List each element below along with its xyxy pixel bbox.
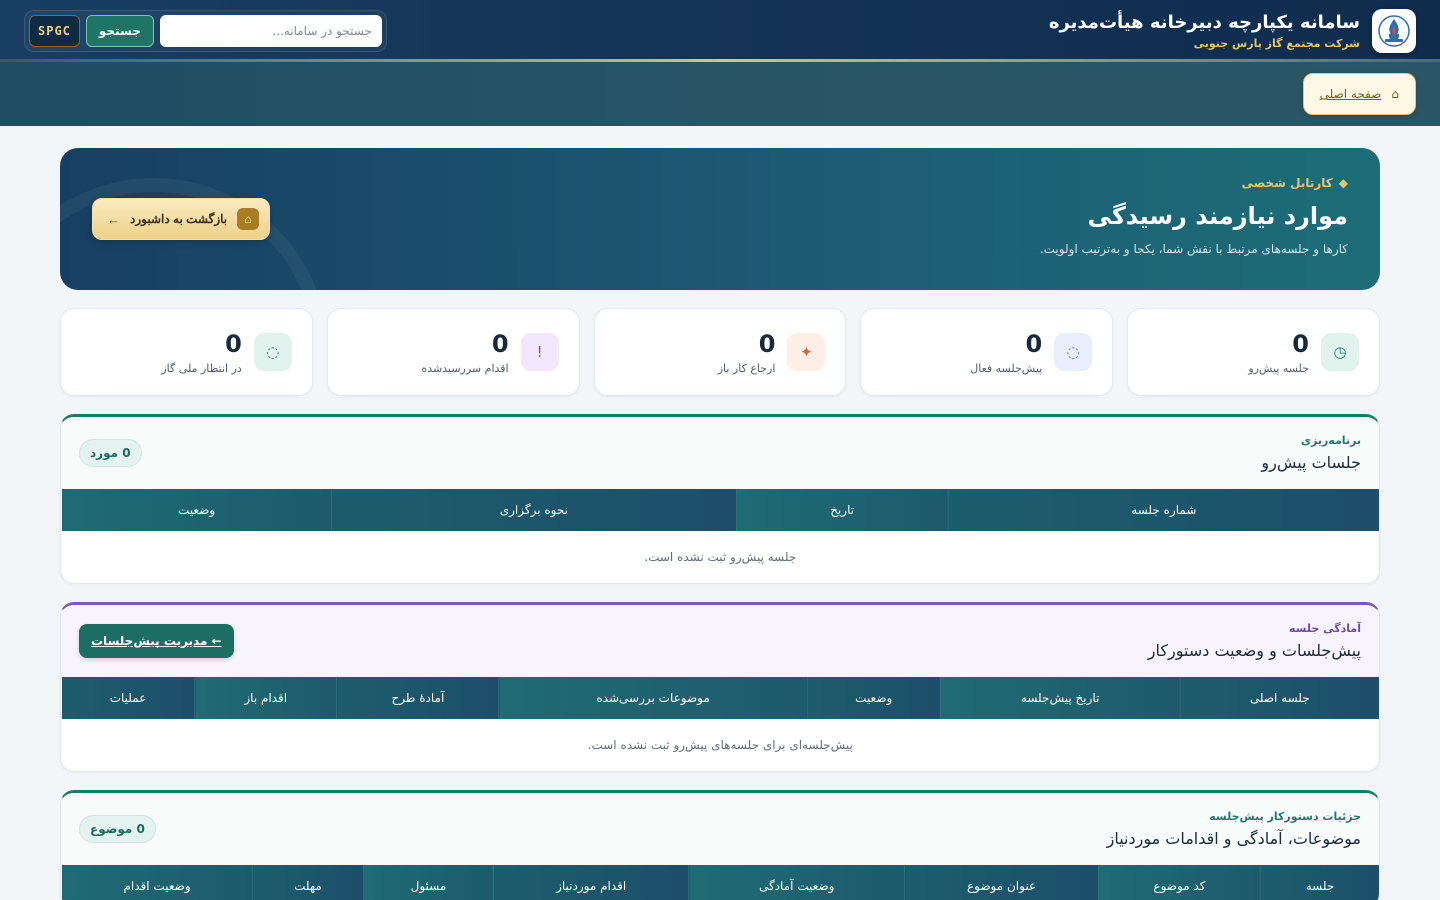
column-header[interactable]: آمادهٔ طرح xyxy=(336,677,499,719)
column-header[interactable]: عنوان موضوع xyxy=(904,865,1099,900)
count-badge: 0 موضوع xyxy=(79,815,156,843)
spgc-button[interactable]: SPGC xyxy=(29,15,80,47)
flame-logo-icon xyxy=(1378,15,1410,47)
column-header[interactable]: تاریخ xyxy=(735,489,949,531)
home-icon: ⌂ xyxy=(237,208,260,230)
column-header[interactable]: جلسه اصلی xyxy=(1179,677,1379,719)
panel-eyebrow: جزئیات دستورکار پیش‌جلسه xyxy=(1209,810,1361,823)
stat-card[interactable]: ◷ 0 جلسه پیش‌رو xyxy=(1127,308,1380,396)
stat-label: اقدام سررسیدشده xyxy=(421,361,509,375)
stat-value: 0 xyxy=(491,329,509,358)
company-logo[interactable] xyxy=(1372,9,1416,53)
column-header[interactable]: وضعیت xyxy=(61,489,332,531)
circle-dashed-icon: ◌ xyxy=(253,333,292,371)
diamond-icon: ◆ xyxy=(1338,176,1348,190)
arrow-left-icon: ← xyxy=(107,211,120,227)
search-input[interactable] xyxy=(159,15,382,47)
page-description: کارها و جلسه‌های مرتبط با نقش شما، یکجا … xyxy=(1039,242,1348,256)
column-header[interactable]: اقدام باز xyxy=(194,677,337,719)
panel-eyebrow: آمادگی جلسه xyxy=(1289,622,1361,635)
hero-banner: ◆ کارتابل شخصی موارد نیازمند رسیدگی کاره… xyxy=(60,148,1380,290)
sparkle-icon: ✦ xyxy=(787,333,826,371)
breadcrumb-bar: ⌂ صفحه اصلی xyxy=(0,62,1440,126)
column-header[interactable]: وضعیت آمادگی xyxy=(688,865,905,900)
column-header[interactable]: وضعیت xyxy=(806,677,941,719)
empty-state: جلسه پیش‌رو ثبت نشده است. xyxy=(61,531,1379,583)
column-header[interactable]: موضوعات بررسی‌شده xyxy=(498,677,808,719)
circle-dashed-icon: ◌ xyxy=(1054,333,1093,371)
stat-label: ارجاع کار باز xyxy=(717,361,776,375)
column-header[interactable]: وضعیت اقدام xyxy=(61,865,253,900)
column-header[interactable]: عملیات xyxy=(61,677,195,719)
search-bar: جستجو SPGC xyxy=(24,10,387,52)
stat-label: پیش‌جلسه فعال xyxy=(970,361,1043,375)
home-icon: ⌂ xyxy=(1391,87,1399,101)
home-link-label: صفحه اصلی xyxy=(1319,87,1382,101)
stat-card[interactable]: ◌ 0 در انتظار ملی گاز xyxy=(60,308,313,396)
stat-value: 0 xyxy=(1292,329,1309,358)
upcoming-sessions-table: شماره جلسه تاریخ نحوه برگزاری وضعیت جلسه… xyxy=(61,489,1379,583)
column-header[interactable]: مسئول xyxy=(362,865,494,900)
column-header[interactable]: کد موضوع xyxy=(1097,865,1261,900)
column-header[interactable]: تاریخ پیش‌جلسه xyxy=(939,677,1181,719)
main-content: ◆ کارتابل شخصی موارد نیازمند رسیدگی کاره… xyxy=(0,126,1440,900)
column-header[interactable]: مهلت xyxy=(252,865,364,900)
stat-label: در انتظار ملی گاز xyxy=(161,361,242,375)
back-to-dashboard-button[interactable]: ⌂ بازگشت به داشبورد ← xyxy=(92,198,271,240)
presessions-table: جلسه اصلی تاریخ پیش‌جلسه وضعیت موضوعات ب… xyxy=(61,677,1379,771)
presessions-panel: آمادگی جلسه پیش‌جلسات و وضعیت دستورکار ←… xyxy=(60,602,1380,772)
column-header[interactable]: نحوه برگزاری xyxy=(331,489,737,531)
column-header[interactable]: جلسه xyxy=(1259,865,1379,900)
hero-eyebrow-label: کارتابل شخصی xyxy=(1241,176,1333,190)
agenda-table: جلسه کد موضوع عنوان موضوع وضعیت آمادگی ا… xyxy=(61,865,1379,900)
stat-card[interactable]: ! 0 اقدام سررسیدشده xyxy=(326,308,580,396)
back-button-label: بازگشت به داشبورد xyxy=(130,212,228,226)
home-link[interactable]: ⌂ صفحه اصلی xyxy=(1302,73,1416,115)
stat-card[interactable]: ✦ 0 ارجاع کار باز xyxy=(593,308,847,396)
brand: سامانه یکپارچه دبیرخانه هیأت‌مدیره شرکت … xyxy=(1049,9,1416,53)
stat-value: 0 xyxy=(1025,329,1043,358)
agenda-details-panel: جزئیات دستورکار پیش‌جلسه موضوعات، آمادگی… xyxy=(60,790,1380,900)
stat-label: جلسه پیش‌رو xyxy=(1248,361,1309,375)
hero-eyebrow: ◆ کارتابل شخصی xyxy=(1040,176,1348,190)
stats-row: ◷ 0 جلسه پیش‌رو ◌ 0 پیش‌جلسه فعال ✦ 0 ار… xyxy=(60,308,1380,396)
app-title: سامانه یکپارچه دبیرخانه هیأت‌مدیره xyxy=(1048,12,1360,33)
panel-title: پیش‌جلسات و وضعیت دستورکار xyxy=(1147,641,1361,660)
empty-state: پیش‌جلسه‌ای برای جلسه‌های پیش‌رو ثبت نشد… xyxy=(61,719,1379,771)
upcoming-sessions-panel: برنامه‌ریزی جلسات پیش‌رو 0 مورد شماره جل… xyxy=(60,414,1380,584)
manage-presessions-button[interactable]: ← مدیریت پیش‌جلسات xyxy=(79,624,234,658)
column-header[interactable]: اقدام موردنیاز xyxy=(493,865,689,900)
panel-eyebrow: برنامه‌ریزی xyxy=(1300,434,1361,447)
alert-icon: ! xyxy=(520,333,559,371)
panel-title: جلسات پیش‌رو xyxy=(1261,453,1361,472)
page-title: موارد نیازمند رسیدگی xyxy=(1087,202,1348,230)
stat-value: 0 xyxy=(758,329,776,358)
clock-icon: ◷ xyxy=(1321,333,1359,371)
search-button[interactable]: جستجو xyxy=(85,15,154,47)
stat-card[interactable]: ◌ 0 پیش‌جلسه فعال xyxy=(860,308,1114,396)
column-header[interactable]: شماره جلسه xyxy=(947,489,1379,531)
panel-title: موضوعات، آمادگی و اقدامات موردنیاز xyxy=(1106,829,1361,848)
company-name: شرکت مجتمع گاز پارس جنوبی xyxy=(1193,37,1360,50)
stat-value: 0 xyxy=(225,329,242,358)
count-badge: 0 مورد xyxy=(79,439,142,467)
top-header: سامانه یکپارچه دبیرخانه هیأت‌مدیره شرکت … xyxy=(0,0,1440,62)
